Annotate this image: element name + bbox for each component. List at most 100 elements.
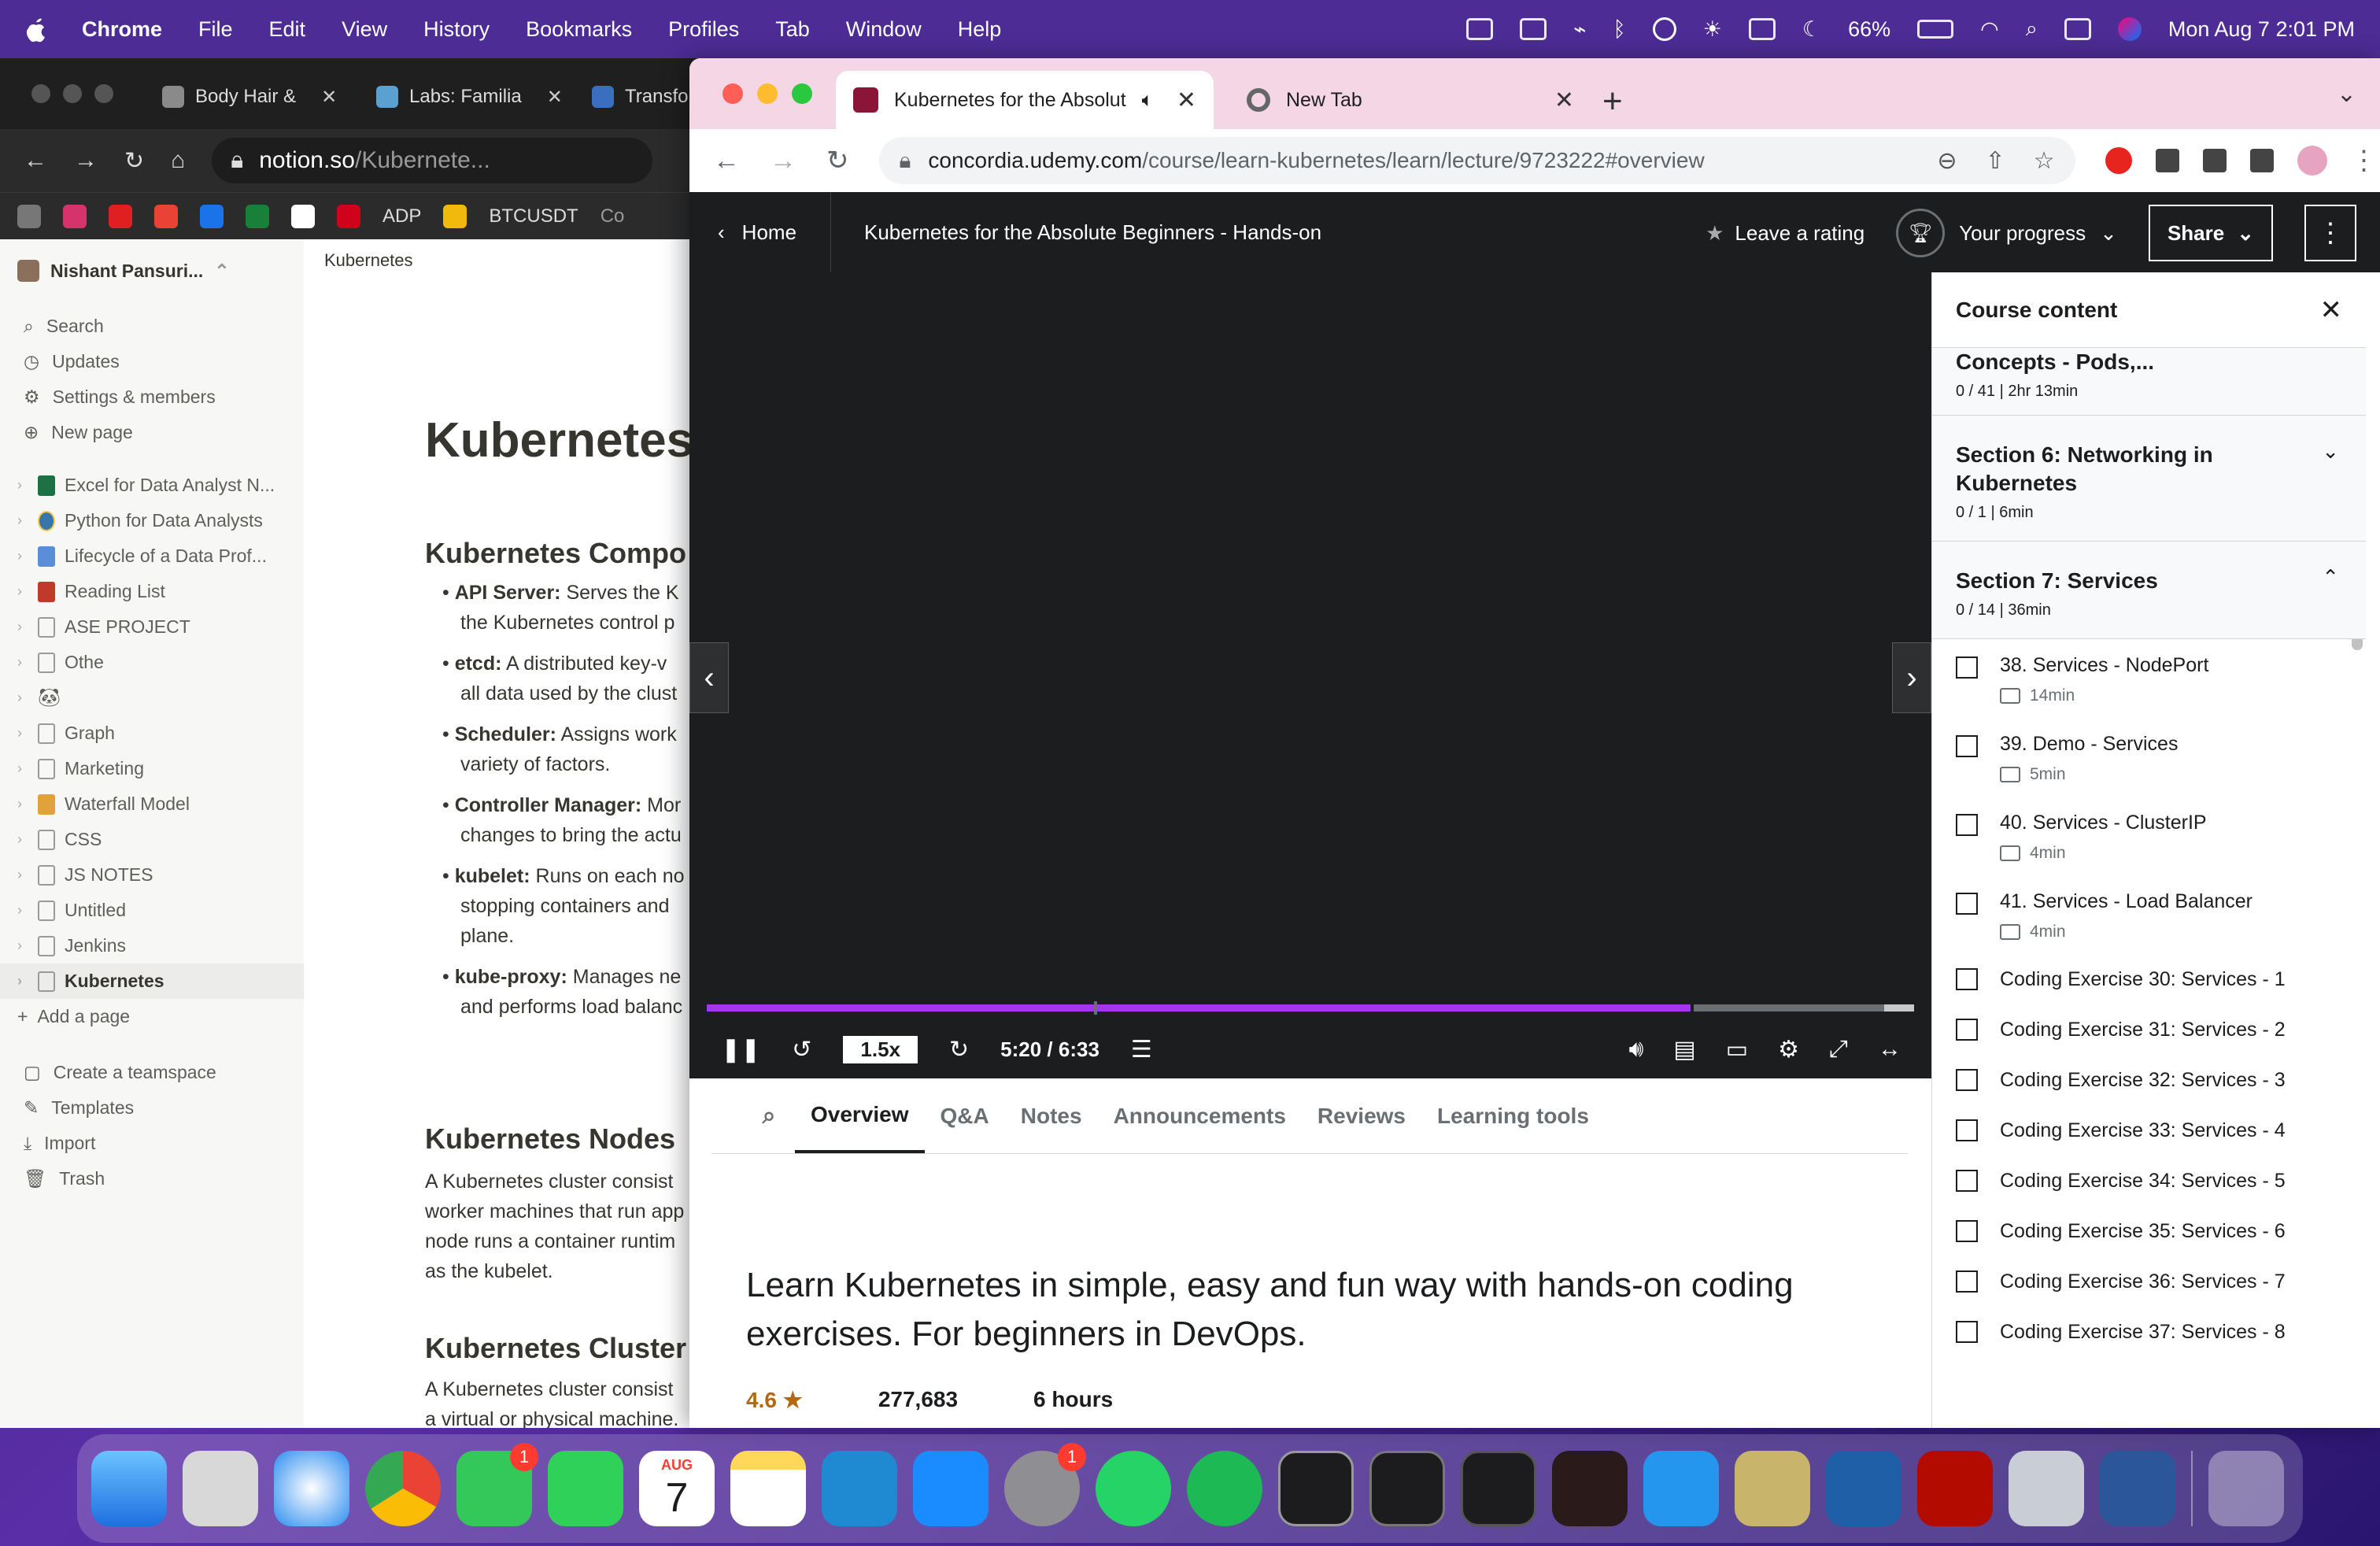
close-tab-icon[interactable]: ✕ <box>1554 87 1574 114</box>
sidebar-page-panda[interactable]: › 🐼︎ <box>0 680 304 716</box>
chevron-right-icon[interactable]: › <box>17 760 28 777</box>
minimize-dot[interactable] <box>63 84 82 103</box>
exercise-checkbox[interactable] <box>1956 1019 1978 1041</box>
app-store-icon[interactable] <box>913 1451 989 1526</box>
chevron-right-icon[interactable]: › <box>17 902 28 919</box>
control-center-icon[interactable] <box>2064 18 2091 40</box>
more-options-button[interactable]: ⋮ <box>2304 205 2356 261</box>
sidebar-page-python[interactable]: › Python for Data Analysts <box>0 503 304 538</box>
system-settings-icon[interactable]: 1 <box>1004 1443 1086 1526</box>
close-dot[interactable] <box>31 84 50 103</box>
iterm-icon[interactable] <box>1461 1451 1536 1526</box>
forward-icon[interactable]: → <box>770 146 796 176</box>
youtube-icon[interactable] <box>109 204 132 228</box>
zoom-dot[interactable] <box>94 84 113 103</box>
sidebar-page-css[interactable]: › CSS <box>0 822 304 857</box>
profile-avatar[interactable] <box>2297 146 2327 176</box>
activity-monitor-icon[interactable] <box>1278 1451 1354 1526</box>
sidebar-page-othe[interactable]: › Othe <box>0 645 304 680</box>
sidebar-trash[interactable]: 🗑︎ Trash <box>0 1161 304 1196</box>
exercise-checkbox[interactable] <box>1956 1220 1978 1242</box>
close-tab-icon[interactable]: ✕ <box>321 86 337 109</box>
menu-tab[interactable]: Tab <box>775 17 810 42</box>
exercise-item[interactable]: Coding Exercise 34: Services - 5 <box>1932 1156 2366 1206</box>
sidebar-page-excel[interactable]: › Excel for Data Analyst N... <box>0 468 304 503</box>
safari-icon[interactable] <box>274 1451 349 1526</box>
notion-address-bar[interactable]: 🔒︎ notion.so/Kubernete... <box>212 138 653 183</box>
play-icon[interactable] <box>1652 17 1676 41</box>
home-icon[interactable]: ⌂ <box>171 147 185 174</box>
side-panel-icon[interactable] <box>2249 149 2274 172</box>
sidebar-page-reading-list[interactable]: › Reading List <box>0 574 304 609</box>
previous-lecture-button[interactable]: ‹ <box>689 642 729 713</box>
menu-help[interactable]: Help <box>958 17 1002 42</box>
reload-icon[interactable]: ↻ <box>826 145 849 176</box>
exercise-checkbox[interactable] <box>1956 1170 1978 1192</box>
tab-new-tab[interactable]: New Tab ✕ <box>1229 71 1591 129</box>
exercise-item[interactable]: Coding Exercise 30: Services - 1 <box>1932 954 2366 1004</box>
transcript-icon[interactable]: ▤ <box>1673 1036 1695 1063</box>
share-page-icon[interactable]: ⇧ <box>1985 147 2005 175</box>
chevron-right-icon[interactable]: › <box>17 654 28 671</box>
vscode-icon[interactable] <box>822 1451 897 1526</box>
exercise-item[interactable]: Coding Exercise 31: Services - 2 <box>1932 1004 2366 1055</box>
trash-icon[interactable] <box>2208 1451 2284 1526</box>
menu-clock[interactable]: Mon Aug 7 2:01 PM <box>2168 17 2355 42</box>
chevron-right-icon[interactable]: › <box>17 477 28 494</box>
exercise-item[interactable]: Coding Exercise 32: Services - 3 <box>1932 1055 2366 1105</box>
notion-tab-1[interactable]: Body Hair & ✕ <box>162 72 337 121</box>
close-icon[interactable]: ✕ <box>2320 294 2343 326</box>
lecture-item[interactable]: 38. Services - NodePort 14min <box>1932 639 2366 718</box>
battery-icon[interactable] <box>1917 20 1954 39</box>
menu-file[interactable]: File <box>198 17 233 42</box>
chevron-right-icon[interactable]: › <box>17 938 28 954</box>
sidebar-page-untitled[interactable]: › Untitled <box>0 893 304 928</box>
lecture-checkbox[interactable] <box>1956 814 1978 836</box>
bookmark-co[interactable]: Co <box>601 205 625 227</box>
display-icon[interactable] <box>1466 18 1494 40</box>
outlook-icon[interactable] <box>200 204 224 228</box>
exercise-checkbox[interactable] <box>1956 1270 1978 1293</box>
sidebar-create-teamspace[interactable]: ▢ Create a teamspace <box>0 1055 304 1090</box>
battery-percent[interactable]: 66% <box>1848 17 1890 42</box>
sheets-icon[interactable] <box>246 204 269 228</box>
chevron-right-icon[interactable]: › <box>17 725 28 742</box>
menu-profiles[interactable]: Profiles <box>668 17 739 42</box>
chevron-right-icon[interactable]: › <box>17 867 28 883</box>
exercise-checkbox[interactable] <box>1956 1069 1978 1091</box>
bookmark-btcusdt[interactable]: BTCUSDT <box>489 205 578 227</box>
tab-notes[interactable]: Notes <box>1005 1078 1098 1153</box>
menu-history[interactable]: History <box>423 17 490 42</box>
tab-learning-tools[interactable]: Learning tools <box>1421 1078 1605 1153</box>
expand-width-icon[interactable]: ↔ <box>1878 1036 1901 1063</box>
disk-utility-icon[interactable] <box>2009 1451 2084 1526</box>
leave-rating-button[interactable]: ★ Leave a rating <box>1706 221 1864 246</box>
sidebar-updates[interactable]: ◷ Updates <box>0 344 304 379</box>
notion-tab-2[interactable]: Labs: Familia ✕ <box>376 72 563 121</box>
finder-icon[interactable] <box>91 1451 167 1526</box>
chevron-right-icon[interactable]: › <box>17 583 28 600</box>
mail-scan-icon[interactable] <box>1735 1451 1810 1526</box>
fullscreen-icon[interactable]: ⤢ <box>1829 1036 1848 1063</box>
home-link[interactable]: ‹ Home <box>689 192 831 272</box>
menu-bookmarks[interactable]: Bookmarks <box>526 17 632 42</box>
exercise-checkbox[interactable] <box>1956 968 1978 990</box>
acrobat-icon[interactable] <box>1917 1451 1993 1526</box>
course-title[interactable]: Kubernetes for the Absolute Beginners - … <box>831 220 1321 245</box>
siri-icon[interactable] <box>2117 17 2142 41</box>
video-player[interactable]: ‹ › ❚❚ ↺ 1.5x ↻ 5:20 / 6:33 ☰ 🔊︎ ▤ ▭ ⚙ ⤢ <box>689 272 1931 1078</box>
speaker-icon[interactable]: 🔈︎ <box>1142 89 1154 112</box>
voice-memos-icon[interactable] <box>1552 1451 1628 1526</box>
menu-view[interactable]: View <box>342 17 387 42</box>
sidebar-search[interactable]: ⌕ Search <box>0 309 304 344</box>
gmail-icon[interactable] <box>154 204 178 228</box>
keyboard-icon[interactable] <box>1748 18 1776 40</box>
close-window-button[interactable] <box>722 83 743 104</box>
playback-speed-button[interactable]: 1.5x <box>843 1035 918 1063</box>
notion-tab-3[interactable]: Transfo <box>592 72 688 121</box>
chevron-right-icon[interactable]: › <box>17 796 28 812</box>
seek-bar[interactable] <box>707 1001 1914 1015</box>
lecture-item[interactable]: 40. Services - ClusterIP 4min <box>1932 797 2366 875</box>
exercise-checkbox[interactable] <box>1956 1119 1978 1141</box>
add-note-icon[interactable]: ☰ <box>1131 1036 1152 1063</box>
